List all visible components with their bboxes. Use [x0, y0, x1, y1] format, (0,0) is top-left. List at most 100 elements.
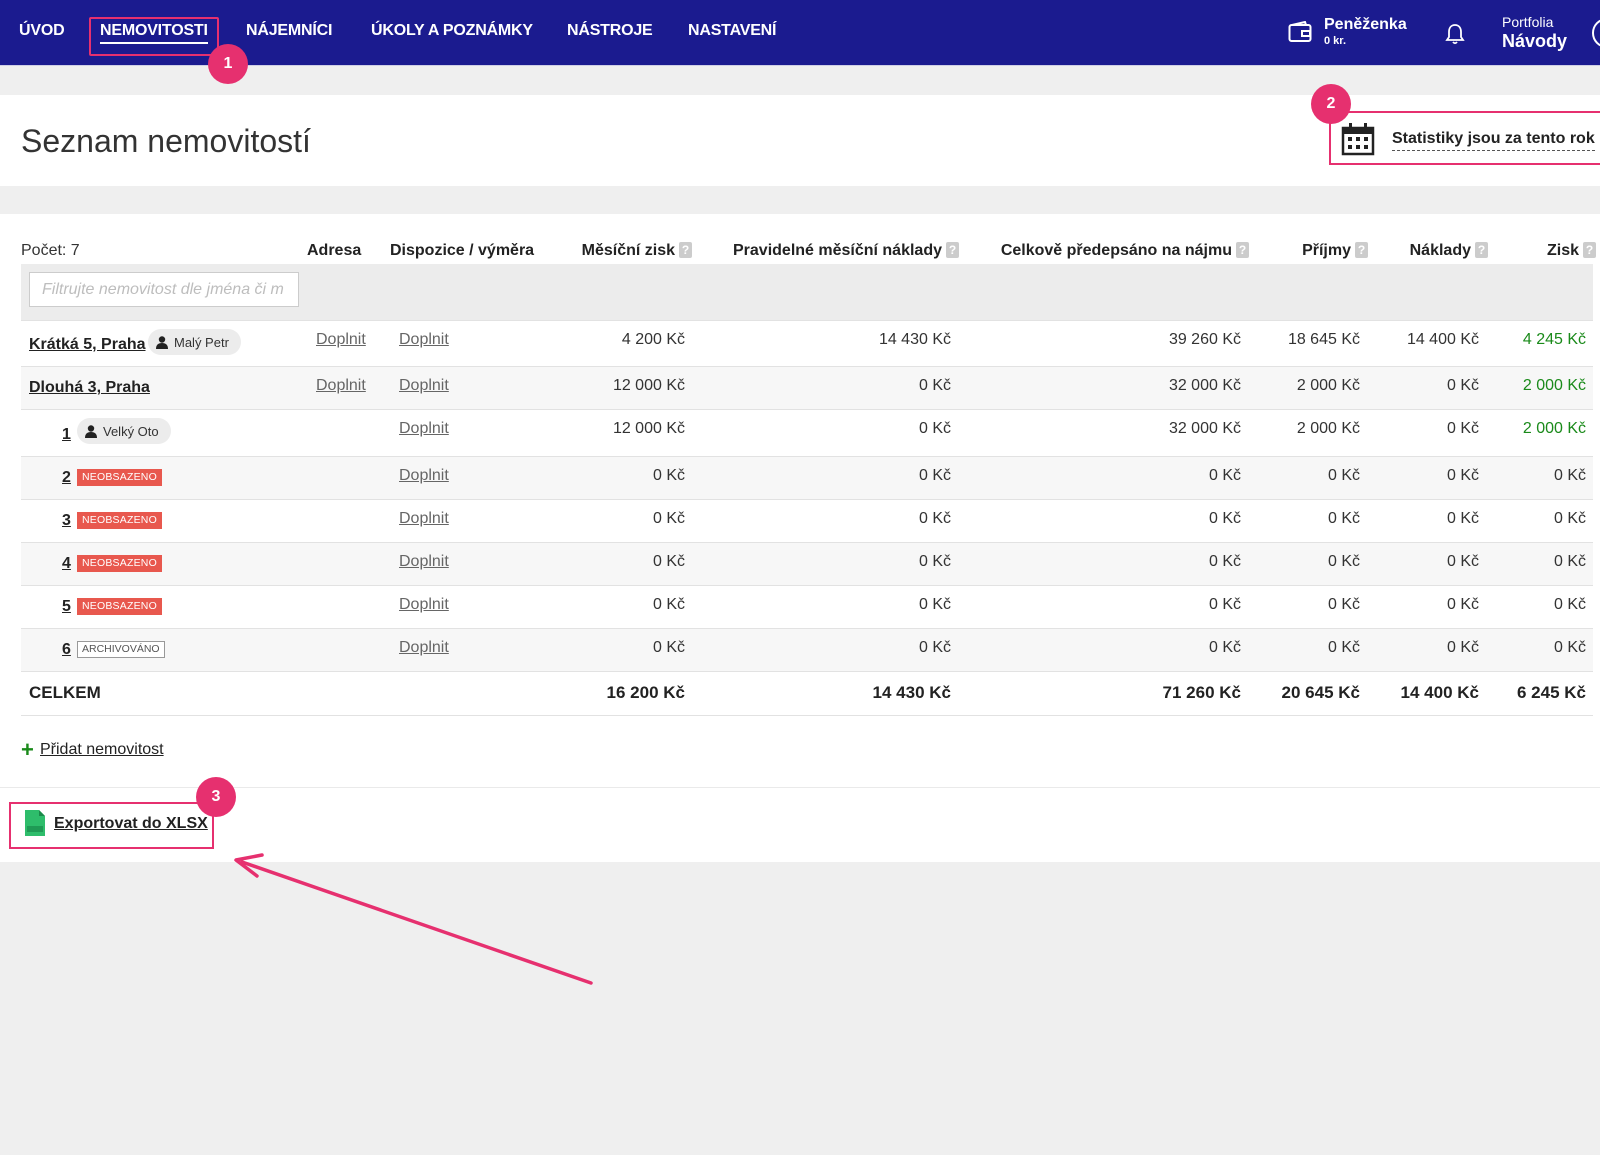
step-marker-3: 3: [196, 777, 236, 817]
tenant-chip[interactable]: Malý Petr: [148, 329, 241, 355]
income-value: 2 000 Kč: [1296, 420, 1360, 437]
status-badge: ARCHIVOVÁNO: [77, 641, 165, 658]
income-value: 0 Kč: [1327, 510, 1360, 527]
property-link[interactable]: Krátká 5, Praha: [29, 336, 146, 354]
calendar-icon[interactable]: [1341, 122, 1375, 156]
income-value: 2 000 Kč: [1296, 377, 1360, 394]
profit-value: 0 Kč: [1553, 639, 1586, 656]
profit-value: 0 Kč: [1553, 596, 1586, 613]
help-icon[interactable]: ?: [1355, 242, 1368, 258]
disposition-fill-link[interactable]: Doplnit: [399, 639, 449, 657]
income-value: 0 Kč: [1327, 553, 1360, 570]
help-icon[interactable]: ?: [1236, 242, 1249, 258]
regular-costs-value: 0 Kč: [918, 510, 951, 527]
regular-costs-value: 0 Kč: [918, 553, 951, 570]
stats-period-link[interactable]: Statistiky jsou za tento rok: [1392, 130, 1595, 151]
total-prescribed: 71 260 Kč: [1162, 683, 1241, 702]
nav-nastroje[interactable]: NÁSTROJE: [567, 22, 653, 40]
add-property-link[interactable]: Přidat nemovitost: [40, 741, 164, 759]
costs-value: 0 Kč: [1446, 639, 1479, 656]
col-income-label: Příjmy: [1302, 242, 1351, 259]
help-icon[interactable]: ?: [1583, 242, 1596, 258]
help-icon[interactable]: ?: [1475, 242, 1488, 258]
disposition-fill-link[interactable]: Doplnit: [399, 596, 449, 614]
address-fill-link[interactable]: Doplnit: [316, 377, 366, 395]
prescribed-value: 39 260 Kč: [1168, 331, 1241, 348]
export-xlsx-button[interactable]: Exportovat do XLSX: [54, 815, 208, 833]
col-income: Příjmy?: [1302, 242, 1368, 260]
plus-icon[interactable]: +: [21, 739, 34, 761]
profit-value: 0 Kč: [1553, 467, 1586, 484]
costs-value: 14 400 Kč: [1406, 331, 1479, 348]
bell-icon[interactable]: [1444, 23, 1466, 45]
wallet-title[interactable]: Peněženka: [1324, 16, 1407, 34]
col-costs-label: Náklady: [1409, 242, 1471, 259]
address-fill-link[interactable]: Doplnit: [316, 331, 366, 349]
status-badge: NEOBSAZENO: [77, 555, 162, 572]
property-count: Počet: 7: [21, 242, 80, 259]
nav-najemnici[interactable]: NÁJEMNÍCI: [246, 22, 332, 40]
disposition-fill-link[interactable]: Doplnit: [399, 510, 449, 528]
total-label: CELKEM: [29, 683, 101, 702]
prescribed-value: 0 Kč: [1208, 553, 1241, 570]
profit-value: 2 000 Kč: [1522, 377, 1586, 394]
monthly-profit-value: 0 Kč: [652, 553, 685, 570]
costs-value: 0 Kč: [1446, 377, 1479, 394]
portfolio-selector[interactable]: Návody: [1502, 31, 1567, 52]
disposition-fill-link[interactable]: Doplnit: [399, 420, 449, 438]
unit-link[interactable]: 1: [62, 426, 71, 444]
costs-value: 0 Kč: [1446, 553, 1479, 570]
help-icon[interactable]: ?: [679, 242, 692, 258]
prescribed-value: 0 Kč: [1208, 639, 1241, 656]
regular-costs-value: 0 Kč: [918, 377, 951, 394]
profit-value: 0 Kč: [1553, 553, 1586, 570]
status-badge: NEOBSAZENO: [77, 512, 162, 529]
monthly-profit-value: 0 Kč: [652, 510, 685, 527]
monthly-profit-value: 4 200 Kč: [621, 331, 685, 348]
step-marker-2: 2: [1311, 84, 1351, 124]
unit-link[interactable]: 3: [62, 512, 71, 530]
unit-link[interactable]: 2: [62, 469, 71, 487]
unit-link[interactable]: 4: [62, 555, 71, 573]
disposition-fill-link[interactable]: Doplnit: [399, 467, 449, 485]
total-monthly-profit: 16 200 Kč: [606, 683, 685, 702]
tenant-chip[interactable]: Velký Oto: [77, 418, 171, 444]
monthly-profit-value: 0 Kč: [652, 639, 685, 656]
wallet-amount: 0 kr.: [1324, 35, 1347, 47]
monthly-profit-value: 0 Kč: [652, 467, 685, 484]
wallet-icon[interactable]: [1288, 21, 1312, 43]
avatar[interactable]: [1592, 18, 1600, 48]
highlight-box-nav: [89, 17, 219, 56]
unit-link[interactable]: 5: [62, 598, 71, 616]
monthly-profit-value: 12 000 Kč: [612, 377, 685, 394]
nav-nastaveni[interactable]: NASTAVENÍ: [688, 22, 776, 40]
xlsx-file-icon[interactable]: [25, 810, 45, 836]
nav-ukoly[interactable]: ÚKOLY A POZNÁMKY: [371, 22, 533, 40]
status-badge: NEOBSAZENO: [77, 469, 162, 486]
regular-costs-value: 0 Kč: [918, 596, 951, 613]
col-prescribed: Celkově předepsáno na nájmu?: [1001, 242, 1249, 260]
property-filter-input[interactable]: [29, 272, 299, 307]
status-badge: NEOBSAZENO: [77, 598, 162, 615]
disposition-fill-link[interactable]: Doplnit: [399, 377, 449, 395]
regular-costs-value: 0 Kč: [918, 420, 951, 437]
profit-value: 2 000 Kč: [1522, 420, 1586, 437]
tenant-name: Velký Oto: [103, 423, 159, 439]
total-regular-costs: 14 430 Kč: [872, 683, 951, 702]
col-address: Adresa: [307, 242, 362, 259]
disposition-fill-link[interactable]: Doplnit: [399, 553, 449, 571]
col-disposition: Dispozice / výměra: [390, 242, 535, 259]
col-profit: Zisk?: [1547, 242, 1596, 260]
unit-link[interactable]: 6: [62, 641, 71, 659]
property-link[interactable]: Dlouhá 3, Praha: [29, 379, 150, 397]
costs-value: 0 Kč: [1446, 510, 1479, 527]
total-income: 20 645 Kč: [1281, 683, 1360, 702]
profit-value: 4 245 Kč: [1522, 331, 1586, 348]
income-value: 0 Kč: [1327, 596, 1360, 613]
nav-uvod[interactable]: ÚVOD: [19, 22, 65, 40]
help-icon[interactable]: ?: [946, 242, 959, 258]
prescribed-value: 32 000 Kč: [1168, 420, 1241, 437]
portfolio-label: Portfolia: [1502, 14, 1554, 30]
disposition-fill-link[interactable]: Doplnit: [399, 331, 449, 349]
prescribed-value: 0 Kč: [1208, 467, 1241, 484]
